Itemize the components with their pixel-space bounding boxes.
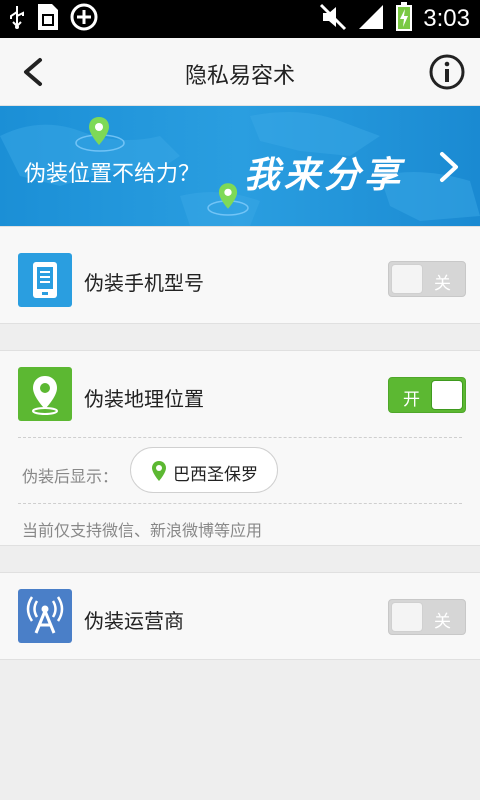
toggle-knob: [431, 380, 463, 410]
phone-icon: [18, 253, 72, 307]
setting-row-phone-model: 伪装手机型号 关: [0, 227, 480, 323]
location-selector[interactable]: 巴西圣保罗: [130, 447, 278, 493]
clock: 3:03: [423, 5, 470, 32]
map-pin-icon: [88, 116, 110, 150]
divider: [18, 437, 462, 438]
antenna-icon: [18, 589, 72, 643]
banner-slogan: 我来分享: [244, 154, 405, 196]
status-bar: 3:03: [0, 0, 480, 38]
setting-label: 伪装运营商: [84, 609, 184, 633]
location-toggle[interactable]: 开: [388, 377, 466, 413]
phone-model-toggle[interactable]: 关: [388, 261, 466, 297]
sim-card-icon: [36, 2, 60, 36]
setting-label: 伪装手机型号: [84, 271, 204, 295]
toggle-knob: [391, 264, 423, 294]
signal-icon: [357, 3, 385, 35]
setting-card-phone-model: 伪装手机型号 关: [0, 226, 480, 324]
setting-row-carrier: 伪装运营商 关: [0, 573, 480, 669]
info-icon[interactable]: [428, 53, 466, 91]
setting-card-carrier: 伪装运营商 关: [0, 572, 480, 660]
battery-charging-icon: [395, 2, 413, 36]
setting-row-location: 伪装地理位置 开: [0, 351, 480, 447]
banner-text: 伪装位置不给力？: [24, 162, 201, 187]
app-header: 隐私易容术: [0, 38, 480, 106]
mute-icon: [319, 3, 347, 35]
page-title: 隐私易容术: [184, 64, 295, 89]
carrier-toggle[interactable]: 关: [388, 599, 466, 635]
map-pin-icon: [218, 182, 238, 214]
toggle-state: 关: [434, 274, 451, 294]
location-value: 巴西圣保罗: [173, 465, 258, 485]
chevron-right-icon: [434, 150, 462, 184]
toggle-knob: [391, 602, 423, 632]
divider: [18, 503, 462, 504]
setting-card-location: 伪装地理位置 开 伪装后显示： 巴西圣保罗 当前仅支持微信、新浪微博等应用: [0, 350, 480, 546]
usb-icon: [8, 4, 26, 34]
display-label: 伪装后显示：: [22, 467, 119, 486]
location-pin-icon: [18, 367, 72, 421]
toggle-state: 开: [403, 390, 420, 410]
location-pin-icon: [151, 460, 167, 482]
setting-label: 伪装地理位置: [84, 387, 204, 411]
add-circle-icon: [70, 3, 98, 35]
toggle-state: 关: [434, 612, 451, 632]
share-banner[interactable]: 伪装位置不给力？ 我来分享: [0, 106, 480, 226]
support-note: 当前仅支持微信、新浪微博等应用: [22, 521, 263, 540]
